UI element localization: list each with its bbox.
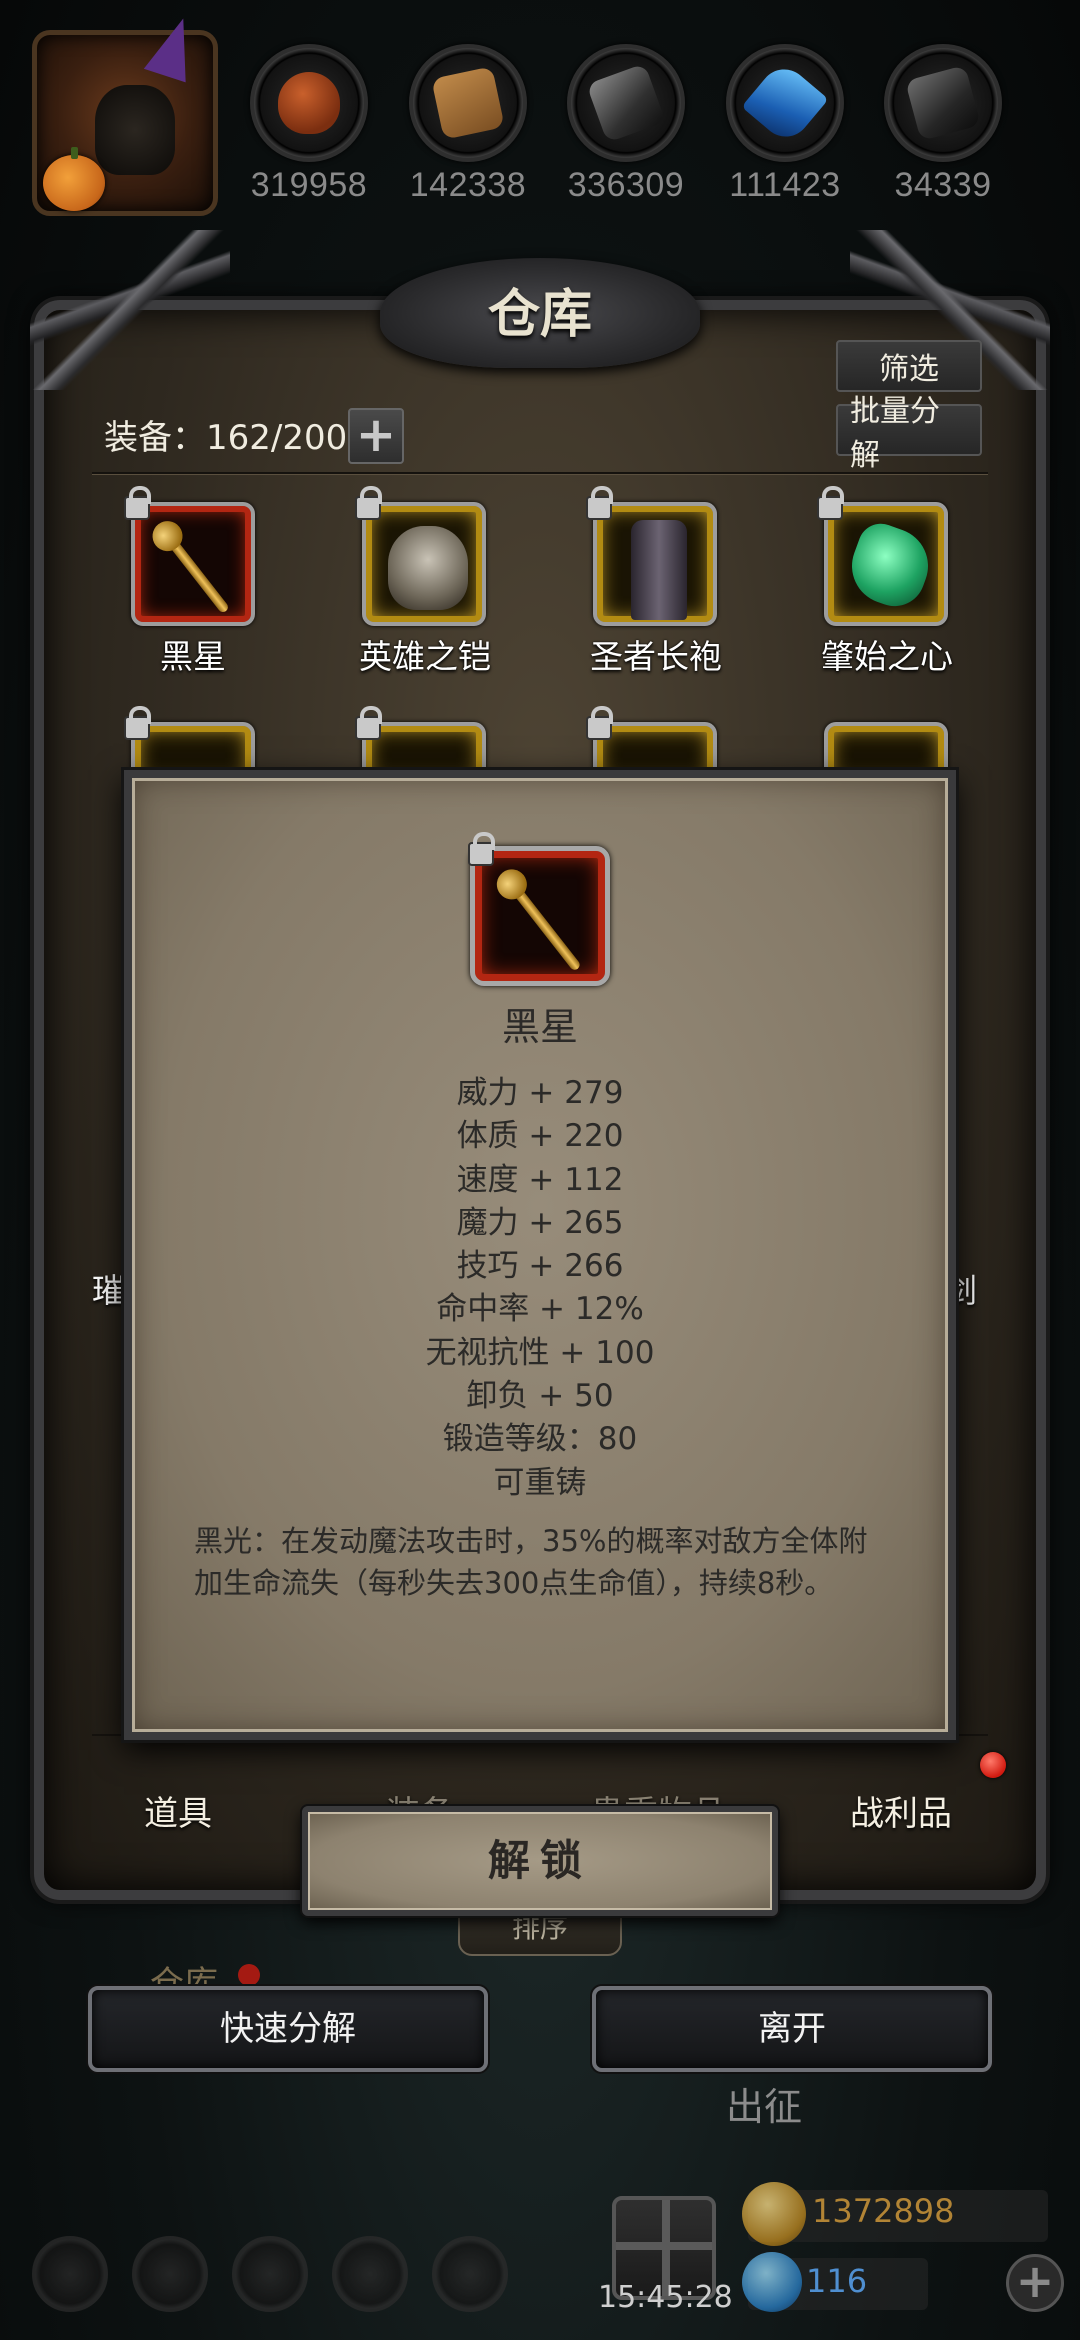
frame-spikes-left xyxy=(30,230,230,390)
detail-stats: 威力 + 279 体质 + 220 速度 + 112 魔力 + 265 技巧 +… xyxy=(124,1072,956,1505)
equipment-capacity: 装备：162/200 xyxy=(104,418,348,458)
stat-power: 威力 + 279 xyxy=(456,1075,624,1111)
item-frame xyxy=(131,502,255,626)
stat-constitution: 体质 + 220 xyxy=(456,1118,624,1155)
item-slot-saint-robe[interactable]: 圣者长袍 xyxy=(586,486,722,678)
item-label: 英雄之铠 xyxy=(359,637,491,676)
tab-loot[interactable]: 战利品 xyxy=(850,1786,952,1835)
staff-icon xyxy=(158,525,230,615)
resource-iron[interactable]: 336309 xyxy=(567,44,685,205)
meat-amount: 319958 xyxy=(250,166,368,204)
lock-icon xyxy=(124,706,151,740)
stat-magic: 魔力 + 265 xyxy=(456,1204,624,1241)
hooded-figure-portrait xyxy=(95,85,175,175)
gold-coin-icon xyxy=(742,2182,806,2246)
batch-decompose-button[interactable]: 批量分解 xyxy=(836,394,982,473)
unlock-button[interactable]: 解锁 xyxy=(302,1806,778,1916)
gem-icon xyxy=(742,2252,802,2312)
star-badge-icon[interactable] xyxy=(132,2236,208,2312)
stat-speed: 速度 + 112 xyxy=(456,1161,624,1198)
stat-skill: 技巧 + 266 xyxy=(456,1248,624,1285)
detail-item-name: 黑星 xyxy=(501,1005,578,1049)
lock-icon xyxy=(355,486,382,520)
gem-amount: 116 xyxy=(806,2262,868,2300)
item-label: 肇始之心 xyxy=(821,637,953,676)
notification-dot xyxy=(980,1752,1006,1778)
staff-icon xyxy=(502,874,582,972)
item-frame xyxy=(362,502,486,626)
expand-capacity-button[interactable]: + xyxy=(348,408,404,464)
quick-decompose-button[interactable]: 快速分解 xyxy=(88,1986,488,2072)
item-slot-origin-heart[interactable]: 肇始之心 xyxy=(817,486,953,678)
item-label: 圣者长袍 xyxy=(590,637,722,676)
stone-amount: 34339 xyxy=(894,166,992,204)
stat-hit-rate: 命中率 + 12% xyxy=(436,1291,644,1328)
item-slot-hero-armor[interactable]: 英雄之铠 xyxy=(355,486,491,678)
item-frame xyxy=(824,502,948,626)
item-label-partial-left: 璀 xyxy=(92,1271,125,1310)
lock-icon xyxy=(355,706,382,740)
item-skill-description: 黑光：在发动魔法攻击时，35%的概率对敌方全体附加生命流失（每秒失去300点生命… xyxy=(194,1524,868,1600)
resource-meat[interactable]: 319958 xyxy=(250,44,368,205)
resource-crystal[interactable]: 111423 xyxy=(726,44,844,205)
resource-stone[interactable]: 34339 xyxy=(884,44,1002,205)
tab-props[interactable]: 道具 xyxy=(144,1786,212,1835)
player-avatar[interactable] xyxy=(32,11,218,216)
lock-icon xyxy=(586,706,613,740)
bg-expedition-label: 出征 xyxy=(726,2085,803,2129)
detail-item-frame xyxy=(470,846,610,986)
wood-amount: 142338 xyxy=(409,166,527,204)
stat-ignore-resist: 无视抗性 + 100 xyxy=(425,1334,655,1371)
stat-reforgeable: 可重铸 xyxy=(493,1464,587,1501)
lock-icon xyxy=(124,486,151,520)
bg-notification-dot xyxy=(238,1964,260,1986)
tower-icon[interactable] xyxy=(232,2236,308,2312)
item-slot-black-star[interactable]: 黑星 xyxy=(124,486,258,678)
wood-icon xyxy=(409,44,527,162)
lock-icon xyxy=(468,832,495,866)
game-clock: 15:45:28 xyxy=(598,2280,733,2315)
lock-icon xyxy=(586,486,613,520)
gold-amount: 1372898 xyxy=(812,2192,955,2230)
stat-unload: 卸负 + 50 xyxy=(466,1378,614,1415)
warehouse-title: 仓库 xyxy=(487,284,592,345)
gear-icon[interactable] xyxy=(32,2236,108,2312)
pumpkin-icon xyxy=(43,147,105,211)
filter-button[interactable]: 筛选 xyxy=(836,340,982,392)
add-currency-button[interactable]: + xyxy=(1006,2254,1064,2312)
iron-amount: 336309 xyxy=(567,166,685,204)
helmet-icon xyxy=(388,526,468,610)
meat-icon xyxy=(250,44,368,162)
resource-wood[interactable]: 142338 xyxy=(409,44,527,205)
crystal-amount: 111423 xyxy=(729,166,841,204)
item-frame xyxy=(593,502,717,626)
crystal-icon xyxy=(726,44,844,162)
stone-icon xyxy=(884,44,1002,162)
robe-icon xyxy=(631,520,687,620)
stat-forge-level: 锻造等级：80 xyxy=(442,1421,638,1458)
iron-icon xyxy=(567,44,685,162)
item-label: 黑星 xyxy=(160,637,226,676)
mail-icon[interactable] xyxy=(332,2236,408,2312)
heart-gem-icon xyxy=(841,517,939,615)
witch-hat-icon xyxy=(143,11,205,83)
dice-icon[interactable] xyxy=(432,2236,508,2312)
header-divider xyxy=(92,472,988,474)
leave-button[interactable]: 离开 xyxy=(592,1986,992,2072)
lock-icon xyxy=(817,486,844,520)
